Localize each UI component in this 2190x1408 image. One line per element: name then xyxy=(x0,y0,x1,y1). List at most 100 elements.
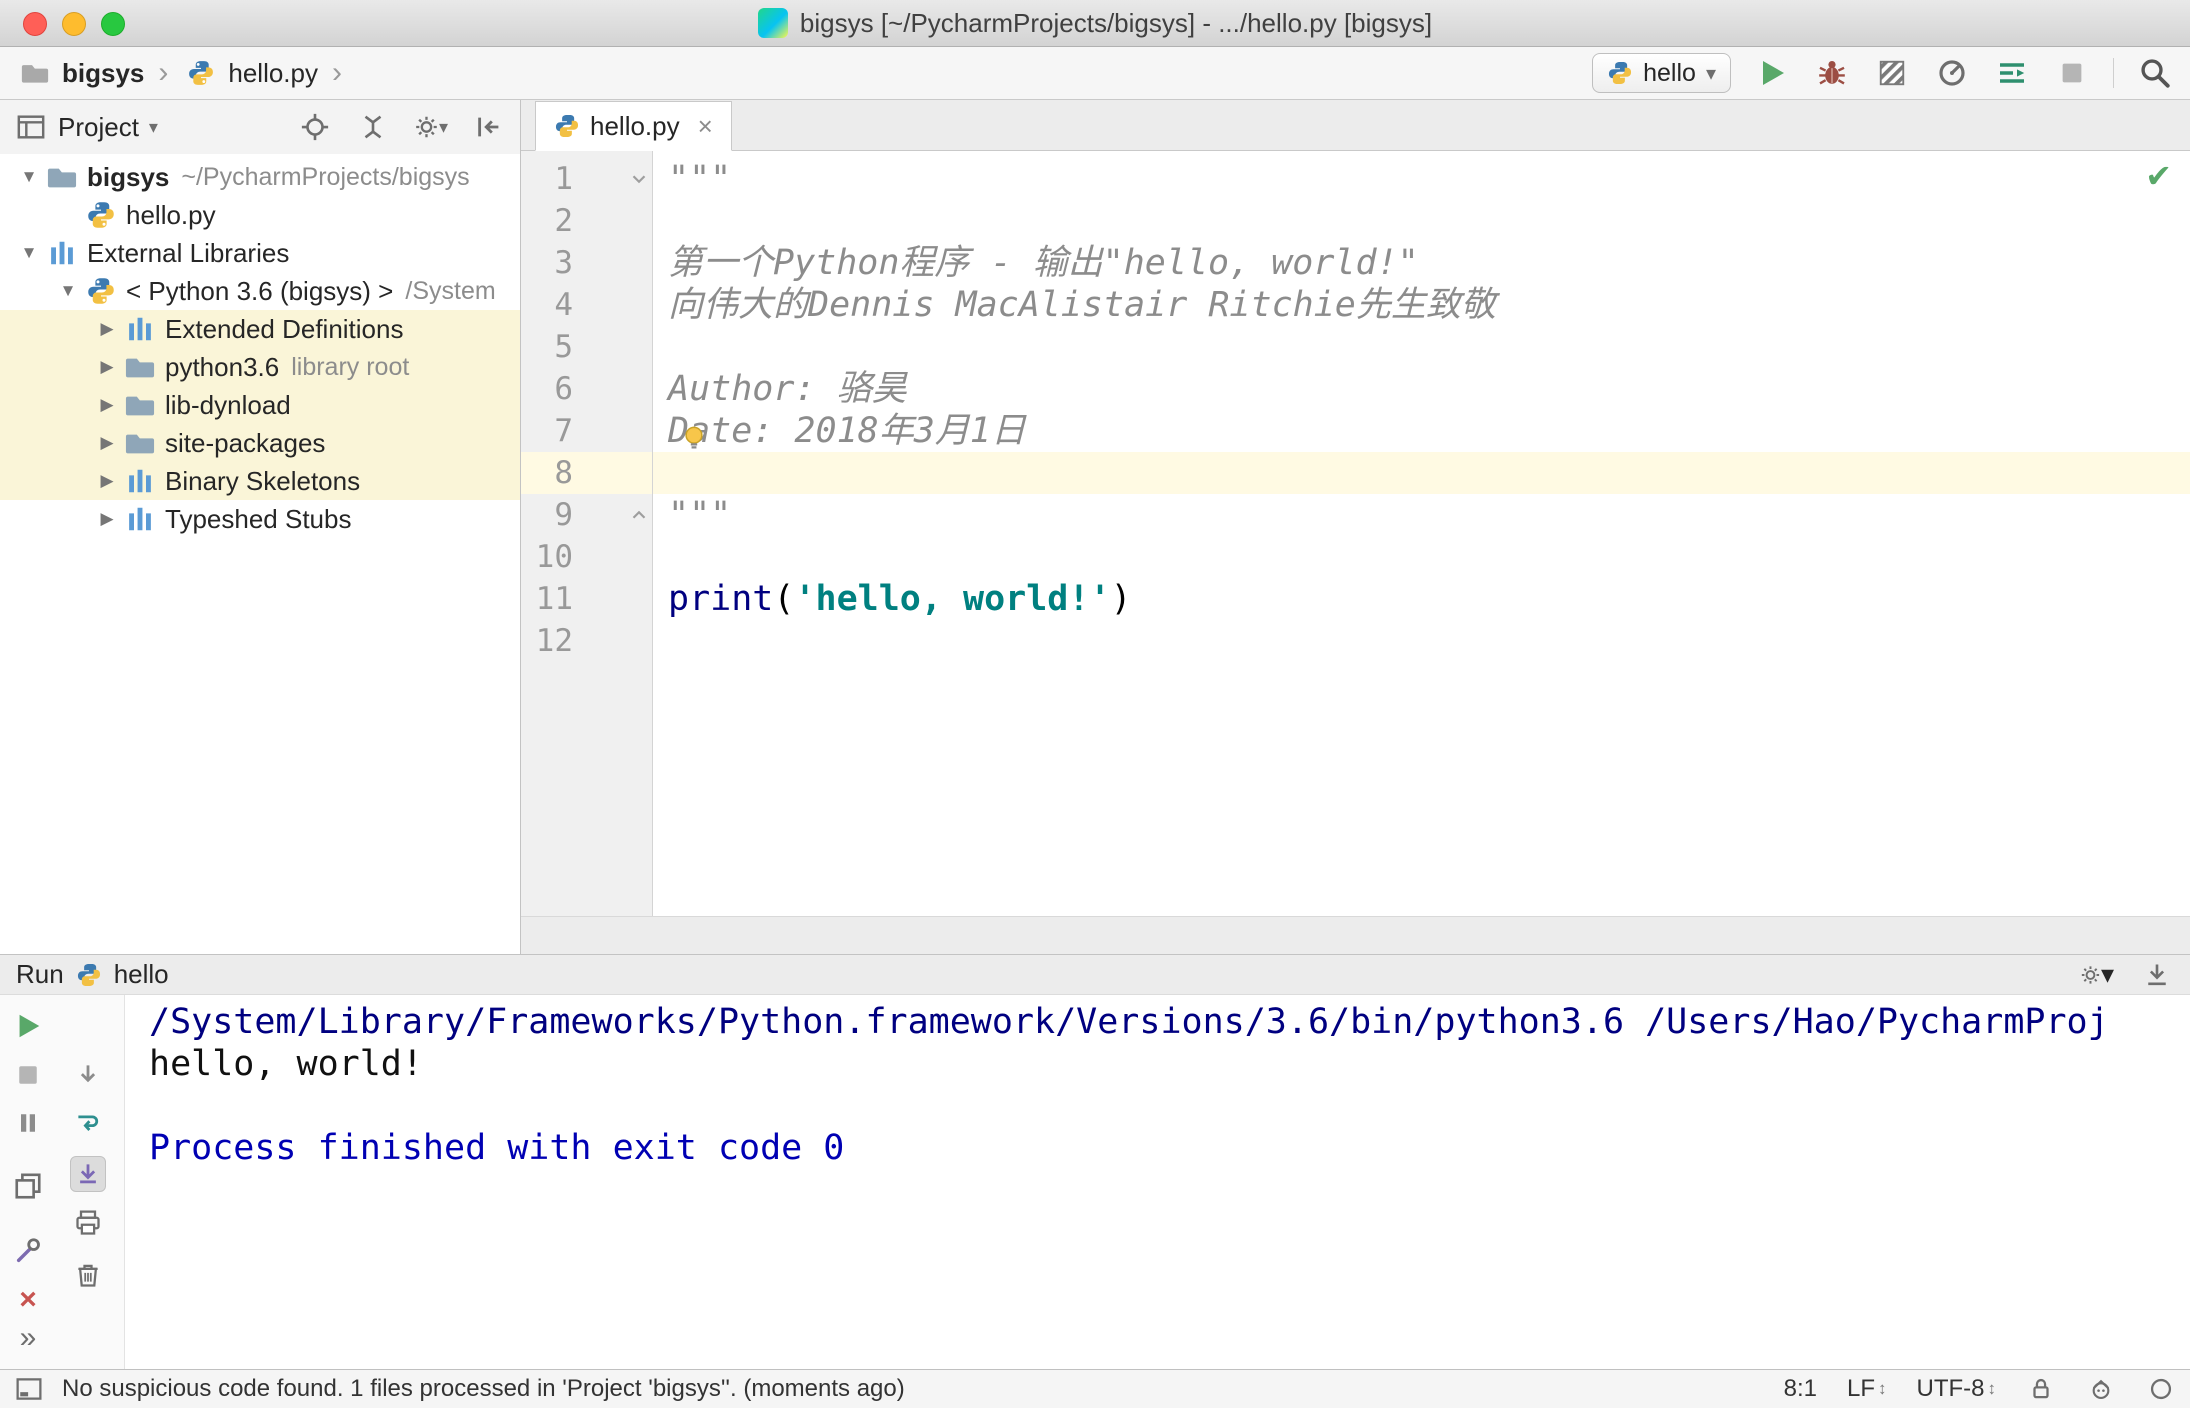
close-tab-icon[interactable]: × xyxy=(698,111,713,142)
settings-gear-button[interactable]: ▾ xyxy=(2080,958,2114,992)
tree-item-binary-skeletons[interactable]: ▶ Binary Skeletons xyxy=(0,462,520,500)
chevron-collapsed-icon[interactable]: ▶ xyxy=(90,319,124,339)
print-button[interactable] xyxy=(70,1205,106,1241)
chevron-collapsed-icon[interactable]: ▶ xyxy=(90,395,124,415)
debug-button[interactable] xyxy=(1813,54,1851,92)
more-options-button[interactable]: » xyxy=(10,1320,46,1356)
tree-item-lib-dynload[interactable]: ▶ lib-dynload xyxy=(0,386,520,424)
editor-code[interactable]: """ 第一个Python程序 - 输出"hello, world!" 向伟大的De… xyxy=(653,151,2190,916)
close-window-button[interactable] xyxy=(23,12,47,36)
code-line-10[interactable] xyxy=(653,536,2190,578)
clear-all-button[interactable] xyxy=(70,1257,106,1293)
close-panel-button[interactable]: × xyxy=(10,1282,46,1318)
inspection-status-icon[interactable]: ✔ xyxy=(2145,157,2172,195)
tree-item-python3-6[interactable]: ▶ python3.6 library root xyxy=(0,348,520,386)
tree-item-extended-definitions[interactable]: ▶ Extended Definitions xyxy=(0,310,520,348)
caret-position-widget[interactable]: 8:1 xyxy=(1784,1375,1817,1403)
line-separator-widget[interactable]: LF ↕ xyxy=(1847,1375,1887,1403)
pause-output-button[interactable] xyxy=(10,1105,46,1141)
gutter-line-7[interactable]: 7 xyxy=(521,410,652,452)
chevron-expanded-icon[interactable]: ▼ xyxy=(51,281,85,301)
tree-item-external-libraries[interactable]: ▼ External Libraries xyxy=(0,234,520,272)
settings-gear-button[interactable]: ▾ xyxy=(414,110,448,144)
tree-item-python-3-6-bigsys[interactable]: ▼ < Python 3.6 (bigsys) > /System xyxy=(0,272,520,310)
settings-wrench-button[interactable] xyxy=(10,1233,46,1269)
scroll-to-end-button[interactable] xyxy=(70,1156,106,1192)
run-configuration-select[interactable]: hello ▾ xyxy=(1592,53,1731,93)
gutter-line-4[interactable]: 4 xyxy=(521,284,652,326)
zoom-window-button[interactable] xyxy=(101,12,125,36)
fold-region-start-icon[interactable] xyxy=(628,168,650,190)
run-panel-body: × » /System/Library/Frameworks/Python.fr… xyxy=(0,995,2190,1369)
editor-tab-hello-py[interactable]: hello.py × xyxy=(535,101,732,151)
code-line-6[interactable]: Author: 骆昊 xyxy=(653,368,2190,410)
line-number: 6 xyxy=(554,371,573,407)
code-line-12[interactable] xyxy=(653,620,2190,662)
folder-icon xyxy=(124,427,156,459)
gutter-line-6[interactable]: 6 xyxy=(521,368,652,410)
soft-wrap-button[interactable] xyxy=(70,1105,106,1141)
run-tab-label[interactable]: hello xyxy=(114,959,169,990)
chevron-collapsed-icon[interactable]: ▶ xyxy=(90,471,124,491)
tree-item-typeshed-stubs[interactable]: ▶ Typeshed Stubs xyxy=(0,500,520,538)
minimize-window-button[interactable] xyxy=(62,12,86,36)
code-line-4[interactable]: 向伟大的Dennis MacAlistair Ritchie先生致敬 xyxy=(653,284,2190,326)
code-line-2[interactable] xyxy=(653,200,2190,242)
gutter-line-2[interactable]: 2 xyxy=(521,200,652,242)
breadcrumb-project[interactable]: bigsys xyxy=(62,58,144,89)
gutter-line-12[interactable]: 12 xyxy=(521,620,652,662)
python-console-button[interactable] xyxy=(1993,54,2031,92)
search-everywhere-button[interactable] xyxy=(2136,54,2174,92)
intention-bulb-icon[interactable] xyxy=(679,421,709,463)
locate-file-button[interactable] xyxy=(298,110,332,144)
hector-inspection-icon[interactable] xyxy=(2086,1374,2116,1404)
profiler-button[interactable] xyxy=(1933,54,1971,92)
gutter-line-11[interactable]: 11 xyxy=(521,578,652,620)
code-line-3[interactable]: 第一个Python程序 - 输出"hello, world!" xyxy=(653,242,2190,284)
gutter-line-8[interactable]: 8 xyxy=(521,452,652,494)
run-button[interactable] xyxy=(1753,54,1791,92)
python-file-icon xyxy=(555,114,579,138)
project-panel-title[interactable]: Project xyxy=(58,112,139,143)
code-line-5[interactable] xyxy=(653,326,2190,368)
fold-region-end-icon[interactable] xyxy=(628,504,650,526)
scroll-down-button[interactable] xyxy=(70,1057,106,1093)
code-line-11[interactable]: print('hello, world!') xyxy=(653,578,2190,620)
dock-panel-button[interactable] xyxy=(2140,958,2174,992)
window-controls xyxy=(23,12,125,36)
status-message[interactable]: No suspicious code found. 1 files proces… xyxy=(62,1375,905,1403)
gutter-line-1[interactable]: 1 xyxy=(521,158,652,200)
rerun-button[interactable] xyxy=(10,1008,46,1044)
python-file-icon xyxy=(182,54,220,92)
stop-button[interactable] xyxy=(2053,54,2091,92)
hide-panel-button[interactable] xyxy=(472,110,506,144)
gutter-line-3[interactable]: 3 xyxy=(521,242,652,284)
tree-item-bigsys[interactable]: ▼ bigsys ~/PycharmProjects/bigsys xyxy=(0,158,520,196)
run-with-coverage-button[interactable] xyxy=(1873,54,1911,92)
code-line-1[interactable]: """ xyxy=(653,158,2190,200)
notifications-icon[interactable] xyxy=(2146,1374,2176,1404)
encoding-widget[interactable]: UTF-8 ↕ xyxy=(1917,1375,1997,1403)
chevron-collapsed-icon[interactable]: ▶ xyxy=(90,509,124,529)
lock-icon[interactable] xyxy=(2026,1374,2056,1404)
stop-button[interactable] xyxy=(10,1057,46,1093)
tree-item-hello-py[interactable]: hello.py xyxy=(0,196,520,234)
gutter-line-5[interactable]: 5 xyxy=(521,326,652,368)
run-console[interactable]: /System/Library/Frameworks/Python.framew… xyxy=(125,995,2190,1369)
code-line-7[interactable]: Date: 2018年3月1日 xyxy=(653,410,2190,452)
chevron-down-icon[interactable]: ▾ xyxy=(149,117,158,138)
gutter-line-10[interactable]: 10 xyxy=(521,536,652,578)
restore-layout-button[interactable] xyxy=(10,1168,46,1204)
chevron-expanded-icon[interactable]: ▼ xyxy=(12,243,46,263)
code-line-9[interactable]: """ xyxy=(653,494,2190,536)
breadcrumb-file[interactable]: hello.py xyxy=(228,58,318,89)
code-line-8[interactable] xyxy=(653,452,2190,494)
python-file-icon xyxy=(85,199,117,231)
collapse-all-button[interactable] xyxy=(356,110,390,144)
chevron-collapsed-icon[interactable]: ▶ xyxy=(90,433,124,453)
chevron-collapsed-icon[interactable]: ▶ xyxy=(90,357,124,377)
chevron-expanded-icon[interactable]: ▼ xyxy=(12,167,46,187)
tree-item-site-packages[interactable]: ▶ site-packages xyxy=(0,424,520,462)
gutter-line-9[interactable]: 9 xyxy=(521,494,652,536)
toolwindow-toggle-icon[interactable] xyxy=(14,1374,44,1404)
